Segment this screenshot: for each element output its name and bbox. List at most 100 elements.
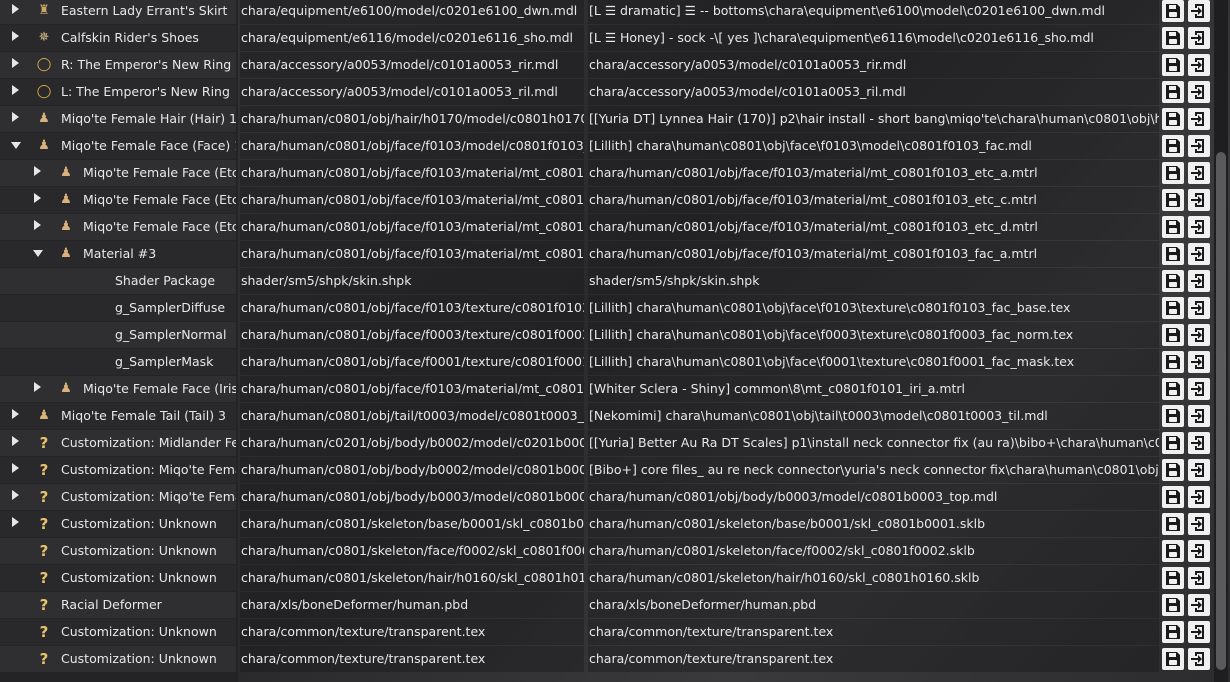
collapsed-arrow-icon[interactable] <box>34 193 41 203</box>
tree-row[interactable]: g_SamplerDiffuse chara/human/c0801/obj/fa… <box>0 295 1215 321</box>
game-path-cell[interactable]: chara/accessory/a0053/model/c0101a0053_r… <box>240 79 584 105</box>
redirect-button[interactable] <box>1188 162 1210 184</box>
redirect-button[interactable] <box>1188 540 1210 562</box>
save-file-button[interactable] <box>1162 378 1184 400</box>
actual-path-cell[interactable]: [L ☰ dramatic] ☰ -- bottoms\chara\equipm… <box>588 0 1159 24</box>
actual-path-cell[interactable]: chara/human/c0801/obj/face/f0103/materia… <box>588 187 1159 213</box>
game-path-cell[interactable]: chara/human/c0801/obj/face/f0103/texture… <box>240 295 584 321</box>
redirect-button[interactable] <box>1188 54 1210 76</box>
name-cell[interactable]: g_SamplerNormal <box>0 322 236 348</box>
redirect-button[interactable] <box>1188 405 1210 427</box>
actual-path-cell[interactable]: chara/human/c0801/obj/face/f0103/materia… <box>588 160 1159 186</box>
save-file-button[interactable] <box>1162 648 1184 670</box>
tree-row[interactable]: ♟ Material #3 chara/human/c0801/obj/face/f… <box>0 241 1215 267</box>
name-cell[interactable]: ♜ Eastern Lady Errant's Skirt <box>0 0 236 24</box>
name-cell[interactable]: ? Customization: Unknown <box>0 646 236 672</box>
collapsed-arrow-icon[interactable] <box>12 409 19 419</box>
tree-row[interactable]: ? Customization: Unknown chara/human/c0801… <box>0 565 1215 591</box>
save-file-button[interactable] <box>1162 0 1184 22</box>
game-path-cell[interactable]: chara/human/c0801/obj/face/f0103/materia… <box>240 214 584 240</box>
redirect-button[interactable] <box>1188 0 1210 22</box>
save-file-button[interactable] <box>1162 81 1184 103</box>
name-cell[interactable]: ? Customization: Unknown <box>0 538 236 564</box>
game-path-cell[interactable]: chara/human/c0201/obj/body/b0002/model/c… <box>240 430 584 456</box>
save-file-button[interactable] <box>1162 540 1184 562</box>
collapsed-arrow-icon[interactable] <box>12 112 19 122</box>
name-cell[interactable]: g_SamplerMask <box>0 349 236 375</box>
name-cell[interactable]: ♟ Miqo'te Female Face (Face) 103 <box>0 133 236 159</box>
name-cell[interactable]: ♟ Miqo'te Female Face (Etc) 103 <box>0 214 236 240</box>
tree-row[interactable]: ? Customization: Unknown chara/common/text… <box>0 619 1215 645</box>
game-path-cell[interactable]: chara/human/c0801/obj/face/f0103/model/c… <box>240 133 584 159</box>
actual-path-cell[interactable]: chara/human/c0801/obj/face/f0103/materia… <box>588 241 1159 267</box>
game-path-cell[interactable]: chara/equipment/e6116/model/c0201e6116_s… <box>240 25 584 51</box>
redirect-button[interactable] <box>1188 594 1210 616</box>
save-file-button[interactable] <box>1162 405 1184 427</box>
name-cell[interactable]: ? Customization: Unknown <box>0 565 236 591</box>
tree-row[interactable]: Shader Package shader/sm5/shpk/skin.shpk s… <box>0 268 1215 294</box>
save-file-button[interactable] <box>1162 162 1184 184</box>
redirect-button[interactable] <box>1188 378 1210 400</box>
save-file-button[interactable] <box>1162 27 1184 49</box>
collapsed-arrow-icon[interactable] <box>12 490 19 500</box>
tree-row[interactable]: ◯ R: The Emperor's New Ring chara/accessor… <box>0 52 1215 78</box>
game-path-cell[interactable]: chara/accessory/a0053/model/c0101a0053_r… <box>240 52 584 78</box>
game-path-cell[interactable]: chara/human/c0801/skeleton/hair/h0160/sk… <box>240 565 584 591</box>
collapsed-arrow-icon[interactable] <box>12 58 19 68</box>
game-path-cell[interactable]: chara/common/texture/transparent.tex <box>240 619 584 645</box>
actual-path-cell[interactable]: chara/human/c0801/obj/body/b0003/model/c… <box>588 484 1159 510</box>
collapsed-arrow-icon[interactable] <box>12 436 19 446</box>
actual-path-cell[interactable]: [Lillith] chara\human\c0801\obj\face\f00… <box>588 349 1159 375</box>
name-cell[interactable]: ? Racial Deformer <box>0 592 236 618</box>
actual-path-cell[interactable]: shader/sm5/shpk/skin.shpk <box>588 268 1159 294</box>
actual-path-cell[interactable]: [Nekomimi] chara\human\c0801\obj\tail\t0… <box>588 403 1159 429</box>
redirect-button[interactable] <box>1188 81 1210 103</box>
redirect-button[interactable] <box>1188 648 1210 670</box>
save-file-button[interactable] <box>1162 486 1184 508</box>
tree-row[interactable]: ? Racial Deformer chara/xls/boneDeformer/h… <box>0 592 1215 618</box>
redirect-button[interactable] <box>1188 432 1210 454</box>
game-path-cell[interactable]: chara/human/c0801/obj/face/f0103/materia… <box>240 187 584 213</box>
name-cell[interactable]: ◯ R: The Emperor's New Ring <box>0 52 236 78</box>
name-cell[interactable]: ? Customization: Midlander Female (Body) … <box>0 430 236 456</box>
redirect-button[interactable] <box>1188 486 1210 508</box>
actual-path-cell[interactable]: [Whiter Sclera - Shiny] common\8\mt_c080… <box>588 376 1159 402</box>
name-cell[interactable]: ? Customization: Miqo'te Female (Body) 3 <box>0 484 236 510</box>
name-cell[interactable]: ? Customization: Miqo'te Female (Body) 2 <box>0 457 236 483</box>
tree-row[interactable]: ? Customization: Unknown chara/common/text… <box>0 646 1215 672</box>
name-cell[interactable]: ? Customization: Unknown <box>0 619 236 645</box>
game-path-cell[interactable]: chara/human/c0801/obj/face/f0103/materia… <box>240 241 584 267</box>
tree-row[interactable]: ? Customization: Midlander Female (Body) … <box>0 430 1215 456</box>
tree-row[interactable]: ♟ Miqo'te Female Face (Face) 103 chara/hum… <box>0 133 1215 159</box>
save-file-button[interactable] <box>1162 54 1184 76</box>
redirect-button[interactable] <box>1188 567 1210 589</box>
redirect-button[interactable] <box>1188 513 1210 535</box>
name-cell[interactable]: Shader Package <box>0 268 236 294</box>
scrollbar-thumb[interactable] <box>1216 152 1226 670</box>
save-file-button[interactable] <box>1162 270 1184 292</box>
redirect-button[interactable] <box>1188 216 1210 238</box>
actual-path-cell[interactable]: [Lillith] chara\human\c0801\obj\face\f01… <box>588 295 1159 321</box>
actual-path-cell[interactable]: [[Yuria DT] Lynnea Hair (170)] p2\hair i… <box>588 106 1159 132</box>
redirect-button[interactable] <box>1188 297 1210 319</box>
game-path-cell[interactable]: shader/sm5/shpk/skin.shpk <box>240 268 584 294</box>
collapsed-arrow-icon[interactable] <box>34 220 41 230</box>
actual-path-cell[interactable]: [Bibo+] core files_ au re neck connector… <box>588 457 1159 483</box>
expanded-arrow-icon[interactable] <box>33 250 43 257</box>
redirect-button[interactable] <box>1188 621 1210 643</box>
save-file-button[interactable] <box>1162 108 1184 130</box>
actual-path-cell[interactable]: chara/common/texture/transparent.tex <box>588 646 1159 672</box>
name-cell[interactable]: ? Customization: Unknown <box>0 511 236 537</box>
save-file-button[interactable] <box>1162 297 1184 319</box>
redirect-button[interactable] <box>1188 189 1210 211</box>
save-file-button[interactable] <box>1162 432 1184 454</box>
redirect-button[interactable] <box>1188 270 1210 292</box>
name-cell[interactable]: ♟ Miqo'te Female Face (Etc) 103 <box>0 160 236 186</box>
name-cell[interactable]: ♟ Miqo'te Female Tail (Tail) 3 <box>0 403 236 429</box>
name-cell[interactable]: ♟ Miqo'te Female Face (Iris) 103 <box>0 376 236 402</box>
tree-row[interactable]: ? Customization: Unknown chara/human/c0801… <box>0 538 1215 564</box>
save-file-button[interactable] <box>1162 351 1184 373</box>
tree-row[interactable]: ♟ Miqo'te Female Tail (Tail) 3 chara/human… <box>0 403 1215 429</box>
redirect-button[interactable] <box>1188 351 1210 373</box>
tree-row[interactable]: ♜ Eastern Lady Errant's Skirt chara/equipm… <box>0 0 1215 24</box>
